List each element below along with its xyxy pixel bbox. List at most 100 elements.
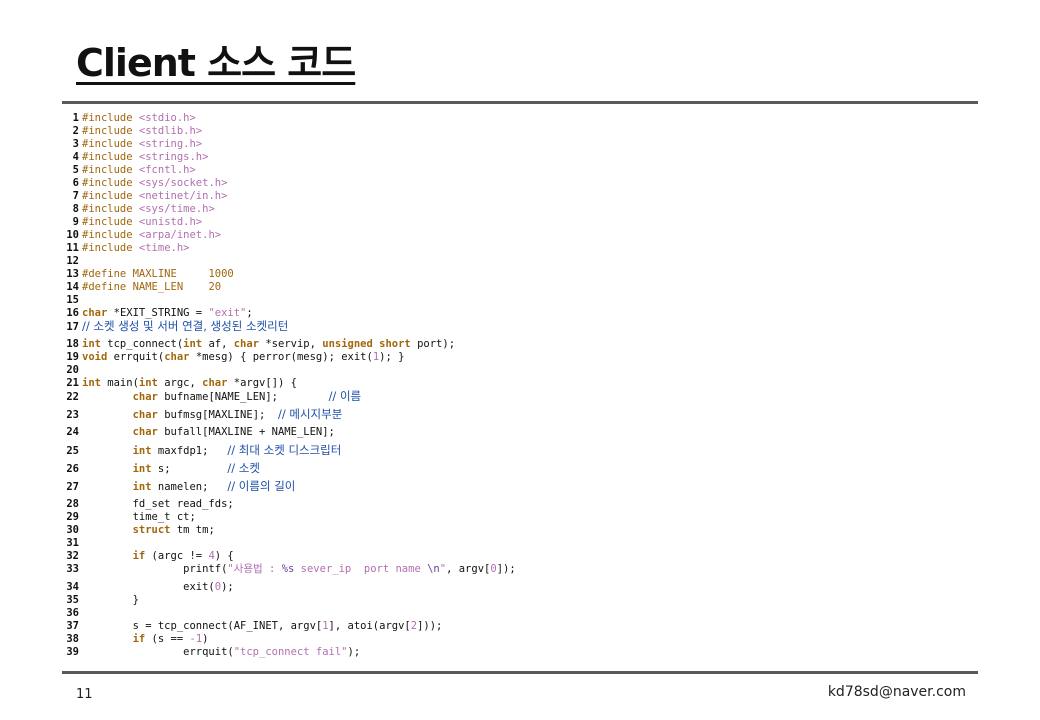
code-token: errquit(	[82, 646, 234, 658]
code-token: #include	[82, 242, 139, 254]
line-number: 11	[66, 242, 79, 254]
code-line: 14 #define NAME_LEN 20	[66, 281, 221, 293]
code-line: 39 errquit("tcp_connect fail");	[66, 646, 360, 658]
line-number: 27	[66, 481, 79, 493]
line-number: 25	[66, 445, 79, 457]
line-number: 35	[66, 594, 79, 606]
code-token: // 이름	[328, 389, 362, 403]
code-token: #define MAXLINE	[82, 268, 209, 280]
code-token: // 메시지부분	[277, 407, 343, 421]
code-token: #include	[82, 164, 139, 176]
code-token: <stdlib.h>	[138, 125, 203, 137]
line-number: 21	[66, 377, 79, 389]
code-token: if	[132, 633, 146, 645]
code-line: 21 int main(int argc, char *argv[]) {	[66, 377, 297, 389]
code-token: #include	[82, 112, 139, 124]
code-line: 31	[66, 537, 82, 549]
code-screenshot: 1 #include <stdio.h> 2 #include <stdlib.h> 3…	[66, 109, 974, 660]
code-token: ]);	[496, 563, 516, 575]
code-token: struct	[132, 524, 171, 536]
line-number: 7	[72, 190, 79, 202]
line-number: 2	[72, 125, 79, 137]
code-token: ], atoi(argv[	[328, 620, 411, 632]
line-number: 5	[72, 164, 79, 176]
code-token: char	[132, 391, 158, 403]
code-token: \n	[427, 563, 440, 575]
code-line: 32 if (argc != 4) {	[66, 550, 234, 562]
line-number: 3	[72, 138, 79, 150]
code-token: // 소켓 생성 및 서버 연결, 생성된 소켓리턴	[82, 319, 289, 333]
code-token: time_t ct;	[82, 511, 196, 523]
code-token: int	[82, 377, 101, 389]
code-line: 17// 소켓 생성 및 서버 연결, 생성된 소켓리턴	[66, 320, 288, 333]
line-number: 18	[66, 338, 79, 350]
code-token: int	[132, 445, 152, 457]
code-token: char	[202, 377, 228, 389]
code-token: "tcp_connect fail"	[233, 646, 348, 658]
line-number: 17	[66, 321, 79, 333]
line-number: 6	[72, 177, 79, 189]
code-line: 1 #include <stdio.h>	[66, 112, 196, 124]
code-line: 27 int namelen; // 이름의 길이	[66, 480, 295, 493]
code-line: 11 #include <time.h>	[66, 242, 189, 254]
code-line: 36	[66, 607, 82, 619]
page-number: 11	[76, 687, 93, 702]
line-number: 1	[72, 112, 79, 124]
code-token: <sys/time.h>	[138, 203, 215, 215]
line-number: 14	[66, 281, 79, 293]
code-token: "exit"	[208, 307, 247, 319]
code-token: <unistd.h>	[138, 216, 203, 228]
code-line: 29 time_t ct;	[66, 511, 196, 523]
code-line: 7 #include <netinet/in.h>	[66, 190, 228, 202]
code-token: tcp_connect(	[100, 338, 184, 350]
line-number: 38	[66, 633, 79, 645]
code-token: char	[164, 351, 190, 363]
code-token: #include	[82, 177, 139, 189]
code-token: ) {	[214, 550, 234, 562]
line-number: 30	[66, 524, 79, 536]
code-token: #include	[82, 138, 139, 150]
line-number: 24	[66, 426, 79, 438]
code-line: 9 #include <unistd.h>	[66, 216, 202, 228]
top-divider	[62, 101, 978, 104]
code-token: sever_ip port name	[294, 563, 428, 575]
code-token: )	[202, 633, 209, 645]
code-token: , argv[	[446, 563, 491, 575]
code-token: );	[347, 646, 361, 658]
code-line: 18 int tcp_connect(int af, char *servip, …	[66, 338, 455, 350]
code-token: #include	[82, 203, 139, 215]
code-line: 8 #include <sys/time.h>	[66, 203, 215, 215]
code-token: namelen;	[151, 481, 228, 493]
code-line: 5 #include <fcntl.h>	[66, 164, 196, 176]
code-token: ]));	[417, 620, 443, 632]
code-token: errquit(	[107, 351, 165, 363]
code-token: exit(	[82, 581, 215, 593]
code-token: "사용법 :	[227, 563, 282, 575]
code-token: <stdio.h>	[138, 112, 196, 124]
code-token: }	[82, 594, 139, 606]
code-token: #include	[82, 229, 139, 241]
code-line: 10 #include <arpa/inet.h>	[66, 229, 221, 241]
code-token: bufname[NAME_LEN];	[157, 391, 329, 403]
code-token: char	[82, 307, 108, 319]
code-line: 23 char bufmsg[MAXLINE]; // 메시지부분	[66, 408, 342, 421]
line-number: 29	[66, 511, 79, 523]
code-token: port);	[410, 338, 456, 350]
code-token: <fcntl.h>	[138, 164, 196, 176]
line-number: 16	[66, 307, 79, 319]
code-token: <netinet/in.h>	[138, 190, 228, 202]
line-number: 33	[66, 563, 79, 575]
code-line: 30 struct tm tm;	[66, 524, 214, 536]
line-number: 22	[66, 391, 79, 403]
line-number: 31	[66, 537, 79, 549]
code-token: #include	[82, 151, 139, 163]
code-line: 22 char bufname[NAME_LEN]; // 이름	[66, 390, 361, 403]
code-line: 26 int s; // 소켓	[66, 462, 260, 475]
code-token: *EXIT_STRING =	[107, 307, 209, 319]
code-token: <sys/socket.h>	[138, 177, 228, 189]
line-number: 12	[66, 255, 79, 267]
